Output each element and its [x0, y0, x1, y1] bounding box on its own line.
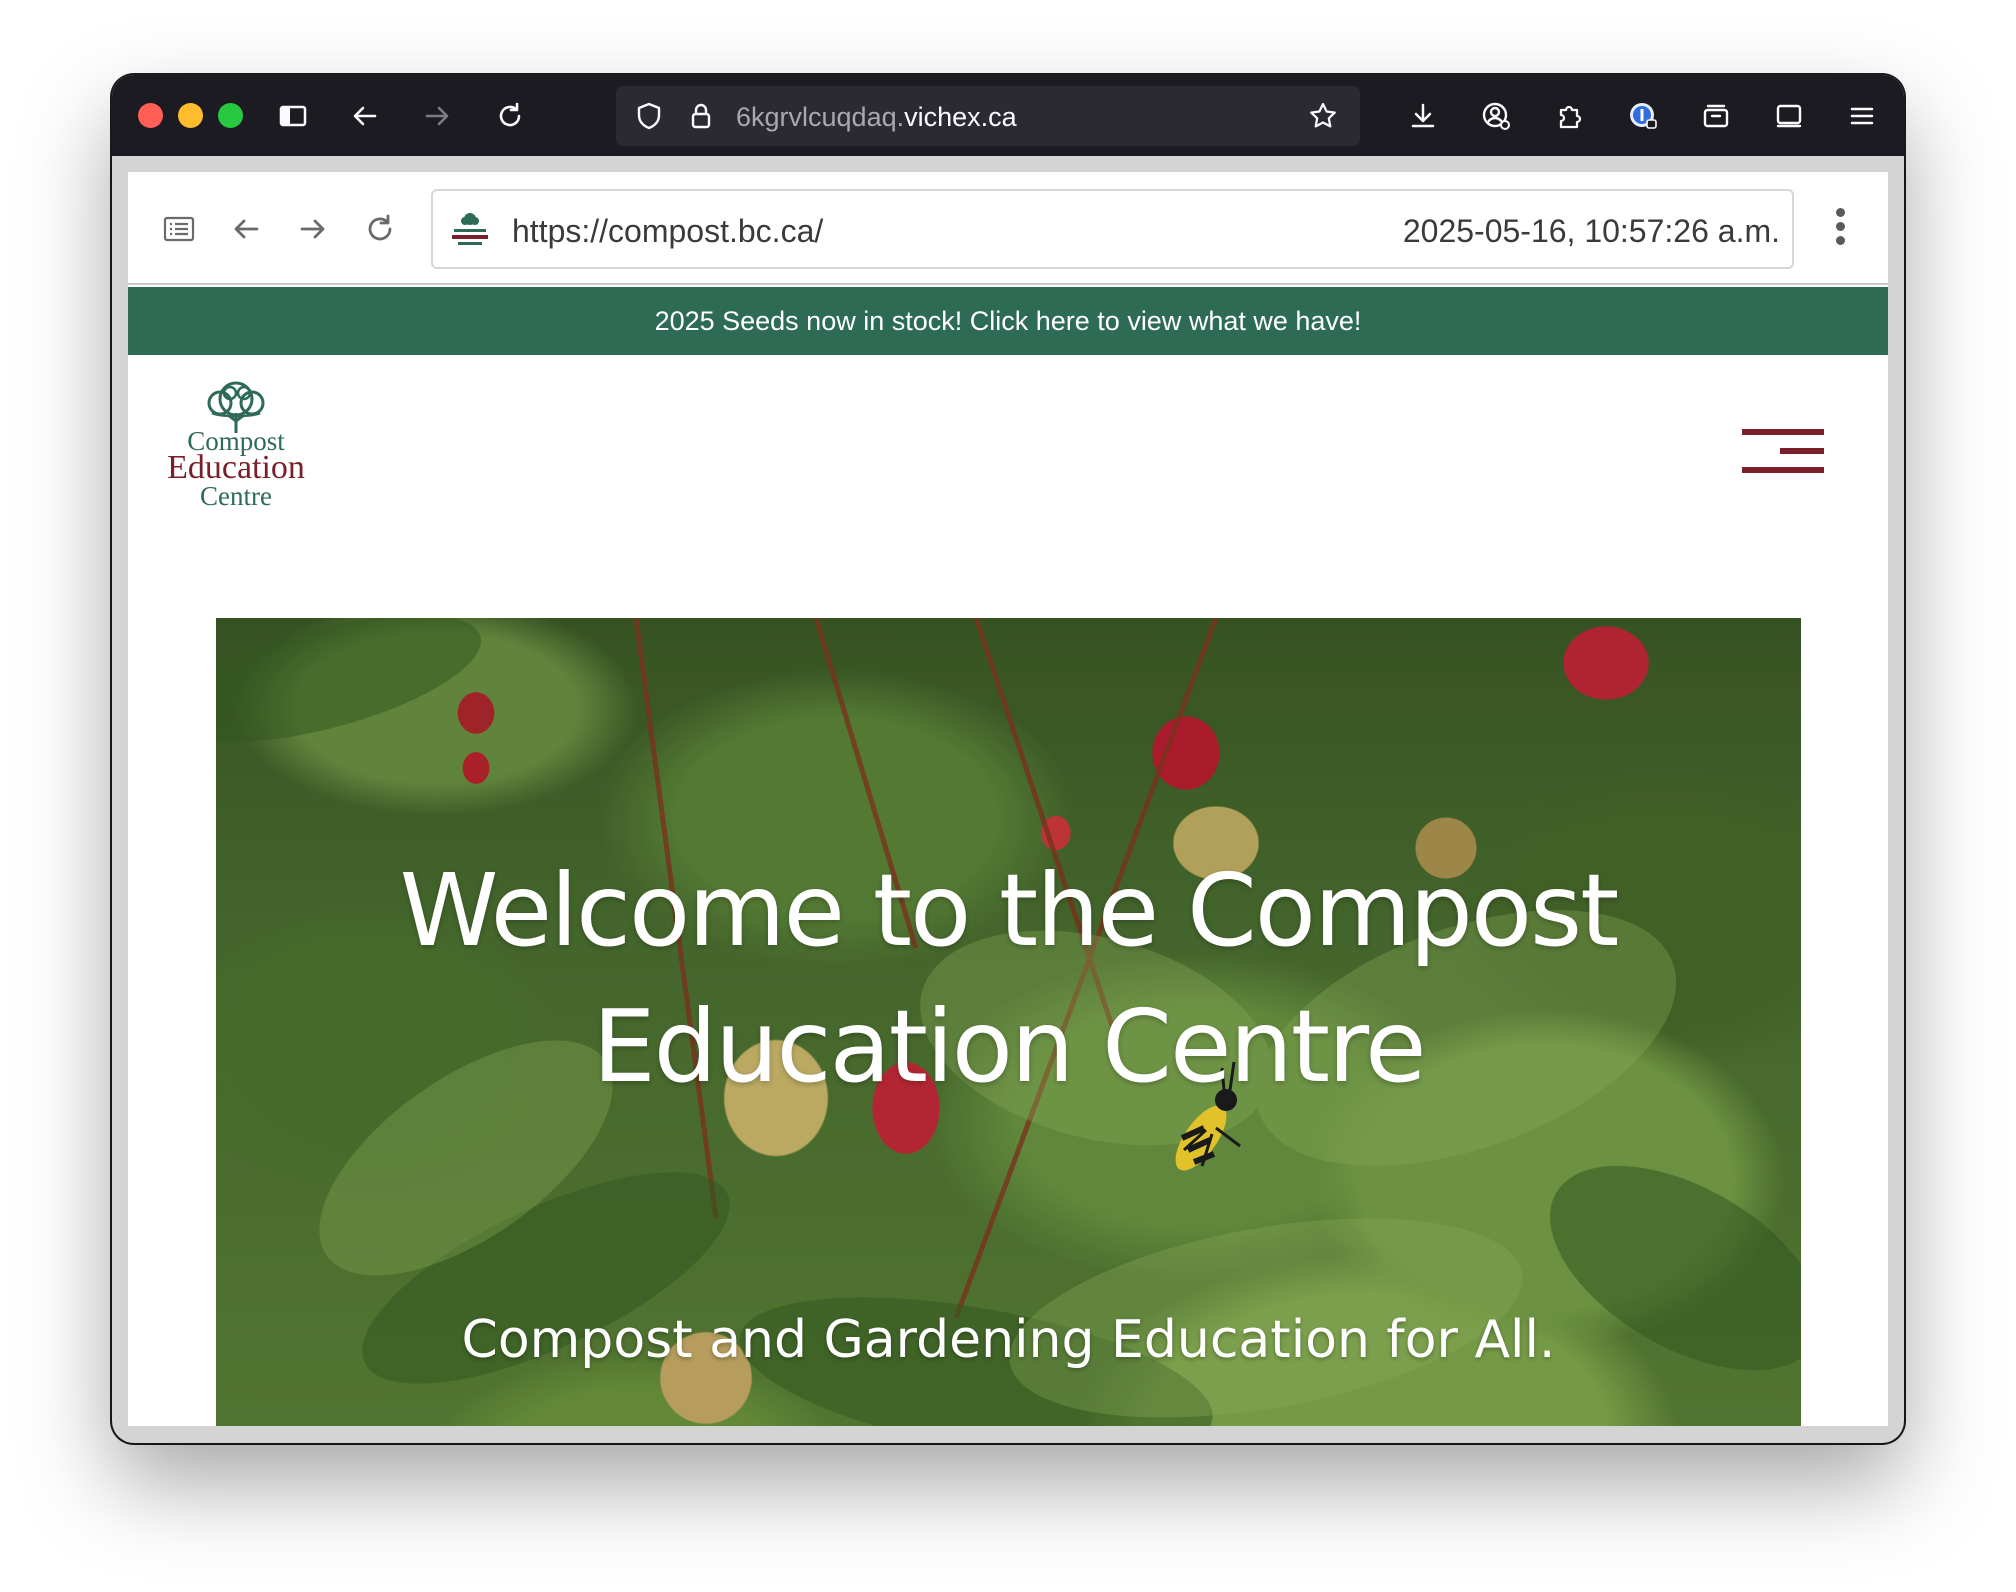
account-icon[interactable]	[1475, 95, 1517, 137]
hamburger-menu-icon[interactable]	[1742, 429, 1824, 473]
logo-line-education: Education	[167, 449, 305, 487]
hero-banner: Welcome to the Compost Education Centre …	[216, 618, 1801, 1426]
menu-icon[interactable]	[1841, 95, 1883, 137]
archive-timestamp: 2025-05-16, 10:57:26 a.m.	[1402, 213, 1780, 249]
forward-arrow-icon[interactable]	[416, 95, 458, 137]
password-manager-icon[interactable]	[1622, 95, 1664, 137]
more-options-icon[interactable]	[1832, 208, 1848, 248]
download-icon[interactable]	[1402, 95, 1444, 137]
promo-link[interactable]: 2025 Seeds now in stock! Click here to v…	[655, 306, 1362, 337]
lock-icon[interactable]	[680, 95, 722, 137]
archive-url-text: https://compost.bc.ca/	[512, 213, 824, 249]
archive-forward-icon[interactable]	[292, 208, 334, 250]
list-view-icon[interactable]	[158, 208, 200, 250]
back-arrow-icon[interactable]	[344, 95, 386, 137]
reload-icon[interactable]	[489, 95, 531, 137]
shield-icon[interactable]	[628, 95, 670, 137]
hero-title: Welcome to the Compost Education Centre	[399, 852, 1620, 1105]
promo-banner[interactable]: 2025 Seeds now in stock! Click here to v…	[128, 287, 1888, 355]
browser-address-bar[interactable]: 6kgrvlcuqdaq.vichex.ca	[616, 86, 1360, 146]
site-logo[interactable]: Compost Education Centre	[156, 379, 316, 511]
minimize-window-button[interactable]	[178, 103, 203, 128]
extensions-icon[interactable]	[1548, 95, 1590, 137]
browser-window: 6kgrvlcuqdaq.vichex.ca https://compost.b…	[112, 75, 1904, 1443]
maximize-window-button[interactable]	[218, 103, 243, 128]
window-controls	[138, 103, 243, 128]
logo-line-centre: Centre	[200, 480, 272, 511]
container-icon[interactable]	[1695, 95, 1737, 137]
archive-toolbar: https://compost.bc.ca/ 2025-05-16, 10:57…	[128, 172, 1888, 285]
hero-subtitle: Compost and Gardening Education for All.	[461, 1310, 1556, 1370]
logo-wordmark: Compost Education Centre	[156, 427, 316, 511]
browser-toolbar: 6kgrvlcuqdaq.vichex.ca	[112, 75, 1904, 156]
archive-reload-icon[interactable]	[359, 208, 401, 250]
sidebar-icon[interactable]	[272, 95, 314, 137]
site-favicon-icon	[452, 213, 488, 245]
star-icon[interactable]	[1302, 95, 1344, 137]
page-viewport: https://compost.bc.ca/ 2025-05-16, 10:57…	[128, 172, 1888, 1426]
browser-url-text: 6kgrvlcuqdaq.vichex.ca	[736, 102, 1017, 132]
archive-url-field[interactable]: https://compost.bc.ca/ 2025-05-16, 10:57…	[431, 189, 1794, 269]
archive-back-icon[interactable]	[225, 208, 267, 250]
close-window-button[interactable]	[138, 103, 163, 128]
site-header: Compost Education Centre	[128, 355, 1888, 565]
tab-overview-icon[interactable]	[1768, 95, 1810, 137]
